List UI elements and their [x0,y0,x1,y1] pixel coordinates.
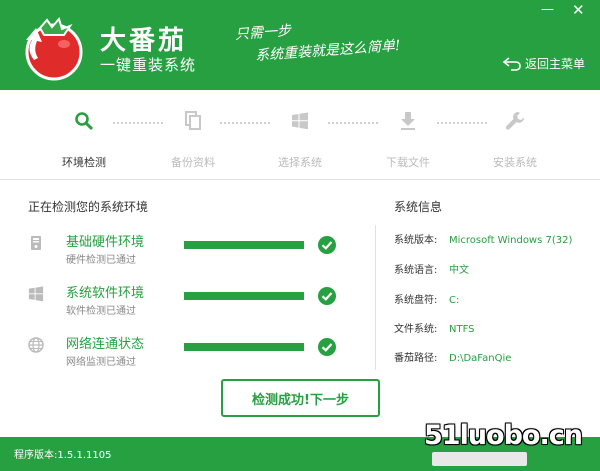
step-download: 下载文件 [363,108,453,170]
minimize-button[interactable]: — [541,2,554,18]
sysinfo-row-drive: 系统盘符: C: [394,291,594,306]
sysinfo-key: 系统语言: [394,265,438,276]
sysinfo-row-path: 番茄路径: D:\DaFanQie [394,349,594,364]
brand-title: 大番茄 [100,26,188,56]
progress-bar [184,292,304,300]
step-backup: 备份资料 [148,108,238,170]
back-to-menu-button[interactable]: 返回主菜单 [503,55,585,72]
search-icon [75,112,94,131]
sysinfo-value: D:\DaFanQie [449,353,512,364]
step-label: 下载文件 [386,156,430,169]
step-label: 选择系统 [278,156,322,169]
check-item-title: 基础硬件环境 [66,235,145,250]
progress-bar [184,343,304,351]
check-item-status: 软件检测已通过 [66,306,136,317]
sysinfo-value: 中文 [449,265,469,276]
close-button[interactable]: ✕ [572,2,585,18]
check-circle-icon [318,338,336,356]
check-circle-icon [318,287,336,305]
globe-icon [28,337,44,353]
check-item-network: 网络连通状态 网络监测已通过 [28,333,348,373]
step-install: 安装系统 [470,108,560,170]
progress-fill [184,292,304,300]
sysinfo-title: 系统信息 [394,200,443,214]
hardware-icon [31,236,41,250]
step-label: 环境检测 [62,156,106,169]
sysinfo-key: 系统版本: [394,235,438,246]
check-item-hardware: 基础硬件环境 硬件检测已通过 [28,231,348,271]
next-step-button[interactable]: 检测成功!下一步 [221,379,380,417]
panel-divider [375,225,376,370]
sysinfo-value: C: [449,295,460,306]
check-item-status: 网络监测已通过 [66,357,136,368]
sysinfo-row-version: 系统版本: Microsoft Windows 7(32) [394,231,594,246]
windows-icon [292,112,308,130]
tomato-logo-icon [25,16,83,81]
check-item-software: 系统软件环境 软件检测已通过 [28,282,348,322]
sysinfo-value: Microsoft Windows 7(32) [449,235,573,246]
progress-bar [184,241,304,249]
windows-icon [28,286,44,302]
step-progress: 环境检测 备份资料 选择系统 下载文件 安装系统 [0,90,600,180]
copy-icon [185,111,201,130]
sysinfo-key: 番茄路径: [394,353,438,364]
progress-fill [184,343,304,351]
step-environment-check: 环境检测 [39,108,129,170]
step-label: 安装系统 [493,156,537,169]
sysinfo-row-filesystem: 文件系统: NTFS [394,320,594,335]
check-circle-icon [318,236,336,254]
check-item-title: 系统软件环境 [66,286,145,301]
step-choose-system: 选择系统 [255,108,345,170]
watermark-badge [432,452,527,466]
site-watermark: 51luobo.cn [424,420,583,451]
step-label: 备份资料 [171,156,215,169]
program-version: 程序版本:1.5.1.1105 [14,450,112,461]
header: 大番茄 一键重装系统 只需一步 系统重装就是这么简单! — ✕ 返回主菜单 [0,0,600,90]
sysinfo-value: NTFS [449,324,475,335]
wrench-icon [505,112,525,130]
progress-fill [184,241,304,249]
sysinfo-row-language: 系统语言: 中文 [394,261,594,276]
sysinfo-key: 系统盘符: [394,295,438,306]
check-item-title: 网络连通状态 [66,337,145,352]
check-section-title: 正在检测您的系统环境 [28,200,149,214]
slogan-line-1: 只需一步 [234,23,292,43]
download-icon [401,112,415,130]
brand-subtitle: 一键重装系统 [100,56,197,74]
sysinfo-key: 文件系统: [394,324,438,335]
check-item-status: 硬件检测已通过 [66,255,136,266]
back-to-menu-label: 返回主菜单 [525,57,586,71]
back-arrow-icon [503,56,521,71]
